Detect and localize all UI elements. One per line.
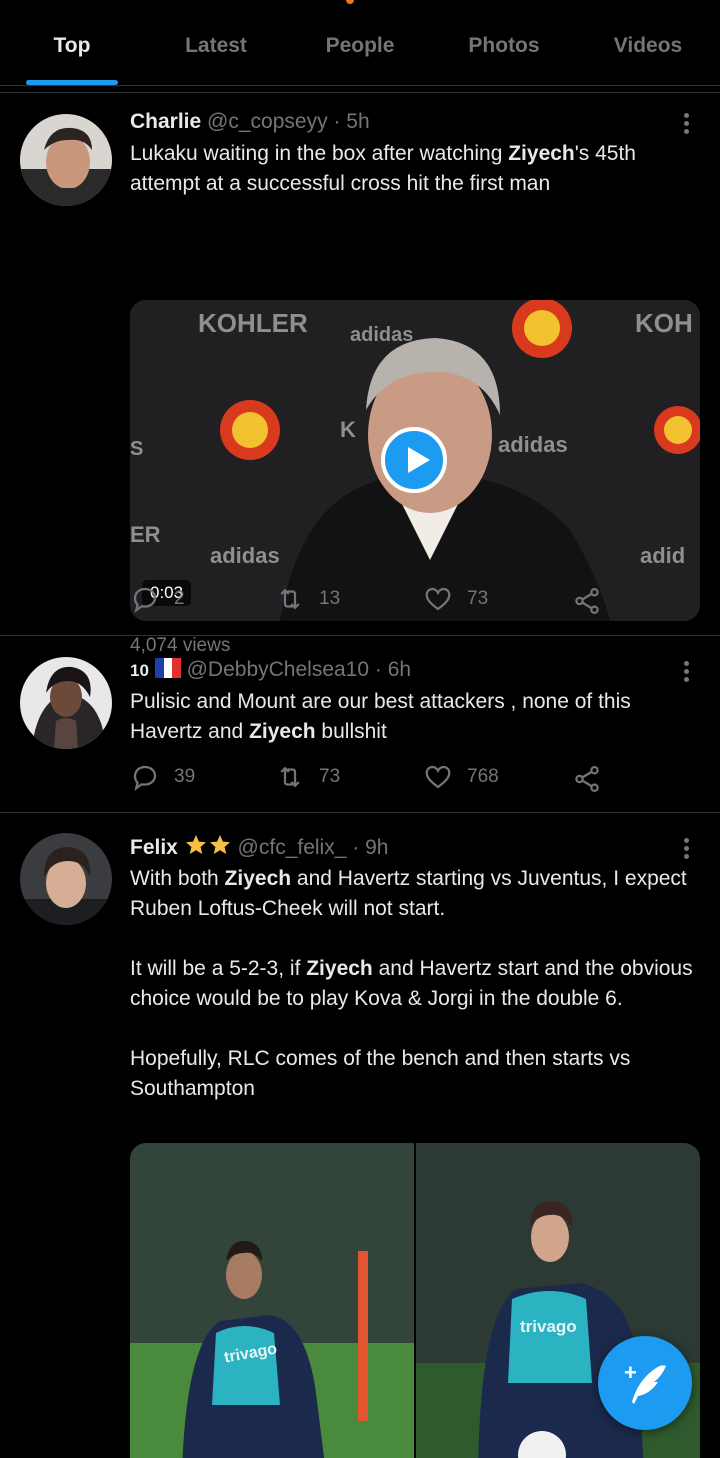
highlight: Ziyech (224, 867, 292, 890)
backdrop-sign: K (340, 417, 356, 442)
like-button[interactable]: 73 (423, 584, 488, 614)
tab-videos[interactable]: Videos (576, 10, 720, 85)
tweet[interactable]: 10 @DebbyChelsea10 · 6h Pulisic and Moun… (0, 636, 720, 812)
backdrop-sign: adidas (210, 543, 280, 568)
star-icon (209, 835, 230, 854)
separator: · (374, 658, 382, 681)
tab-label: People (325, 34, 395, 57)
tweet-content: 10 @DebbyChelsea10 · 6h Pulisic and Moun… (130, 656, 698, 747)
retweet-icon (280, 588, 300, 610)
separator: · (333, 110, 341, 133)
tab-label: Photos (468, 34, 540, 57)
text-segment: Lukaku waiting in the box after watching (130, 142, 509, 165)
tweet-header: Charlie @c_copseyy · 5h (130, 108, 698, 136)
display-name[interactable]: Felix (130, 836, 178, 859)
tweet-actions: 2 13 73 (130, 584, 600, 618)
highlight: Ziyech (508, 142, 575, 165)
tab-label: Videos (613, 34, 683, 57)
reply-icon (133, 587, 157, 613)
backdrop-sign: KOH (635, 308, 693, 338)
display-name[interactable]: Charlie (130, 110, 201, 133)
tab-people[interactable]: People (288, 10, 432, 85)
flag-fr-icon (154, 658, 181, 678)
text-segment: bullshit (315, 720, 387, 743)
active-tab-indicator (26, 80, 118, 85)
search-tabs: Top Latest People Photos Videos (0, 10, 720, 86)
timestamp[interactable]: 9h (365, 836, 388, 859)
backdrop-sign: S (130, 438, 144, 460)
more-icon[interactable] (674, 658, 698, 686)
timestamp[interactable]: 5h (346, 110, 369, 133)
handle[interactable]: @cfc_felix_ (238, 836, 347, 859)
backdrop-sign: ER (130, 522, 161, 547)
shirt-sponsor: trivago (520, 1317, 577, 1336)
highlight: Ziyech (249, 720, 316, 743)
tab-top[interactable]: Top (0, 10, 144, 85)
top-bar-remnant (0, 0, 720, 10)
backdrop-sign: adidas (498, 432, 568, 457)
separator: · (352, 836, 360, 859)
retweet-count: 13 (319, 588, 341, 609)
more-icon[interactable] (674, 835, 698, 863)
share-icon (575, 588, 599, 614)
more-icon[interactable] (674, 110, 698, 138)
tab-latest[interactable]: Latest (144, 10, 288, 85)
like-icon (425, 587, 451, 611)
handle[interactable]: @c_copseyy (207, 110, 328, 133)
text-segment: With both (130, 867, 225, 890)
display-name[interactable]: 10 (130, 661, 149, 680)
tweet-paragraph: With both Ziyech and Havertz starting vs… (130, 864, 698, 924)
retweet-icon (280, 766, 300, 788)
tweet-content: Charlie @c_copseyy · 5h Lukaku waiting i… (130, 108, 698, 199)
text-segment: Hopefully, RLC comes of the bench and th… (130, 1047, 631, 1100)
share-button[interactable] (572, 586, 602, 621)
tweet-content: Felix @cfc_felix_ · 9h With both Ziyech … (130, 833, 698, 1104)
handle[interactable]: @DebbyChelsea10 (187, 658, 369, 681)
like-count: 768 (467, 766, 499, 787)
tweet-photo[interactable]: trivago (130, 1143, 414, 1458)
tab-photos[interactable]: Photos (432, 10, 576, 85)
backdrop-sign: KOHLER (198, 308, 308, 338)
backdrop-sign: adidas (350, 324, 414, 346)
tab-label: Top (53, 34, 91, 57)
play-icon[interactable] (381, 427, 447, 493)
tweet-header: 10 @DebbyChelsea10 · 6h (130, 656, 698, 685)
share-icon (575, 766, 599, 792)
avatar[interactable] (20, 833, 112, 925)
tweet[interactable]: Charlie @c_copseyy · 5h Lukaku waiting i… (0, 92, 720, 656)
backdrop-sign: adid (640, 543, 686, 568)
reply-button[interactable]: 39 (130, 762, 195, 792)
notification-dot (346, 0, 354, 4)
reply-icon (133, 765, 157, 791)
retweet-button[interactable]: 13 (275, 584, 340, 614)
timestamp[interactable]: 6h (388, 658, 411, 681)
reply-count: 39 (174, 766, 196, 787)
like-count: 73 (467, 588, 489, 609)
retweet-count: 73 (319, 766, 341, 787)
tweet-paragraph: Hopefully, RLC comes of the bench and th… (130, 1044, 698, 1104)
reply-count: 2 (174, 588, 185, 609)
tweet-paragraph: It will be a 5-2-3, if Ziyech and Havert… (130, 954, 698, 1014)
like-button[interactable]: 768 (423, 762, 499, 792)
avatar[interactable] (20, 114, 112, 206)
video-player[interactable]: KOHLER KOH adidas adidas adidas adid S E… (130, 300, 700, 621)
like-icon (425, 765, 451, 789)
text-segment: It will be a 5-2-3, if (130, 957, 307, 980)
tweet-text: Pulisic and Mount are our best attackers… (130, 687, 698, 747)
tab-label: Latest (185, 34, 247, 57)
retweet-button[interactable]: 73 (275, 762, 340, 792)
tweet-text: Lukaku waiting in the box after watching… (130, 139, 698, 199)
avatar[interactable] (20, 657, 112, 749)
share-button[interactable] (572, 764, 602, 799)
star-icon (185, 835, 206, 854)
compose-icon (632, 1365, 666, 1404)
tweet-text: With both Ziyech and Havertz starting vs… (130, 864, 698, 1104)
reply-button[interactable]: 2 (130, 584, 185, 614)
compose-button[interactable]: + (598, 1336, 692, 1430)
tweet-header: Felix @cfc_felix_ · 9h (130, 833, 698, 862)
highlight: Ziyech (306, 957, 373, 980)
tweet-actions: 39 73 768 (130, 762, 600, 796)
